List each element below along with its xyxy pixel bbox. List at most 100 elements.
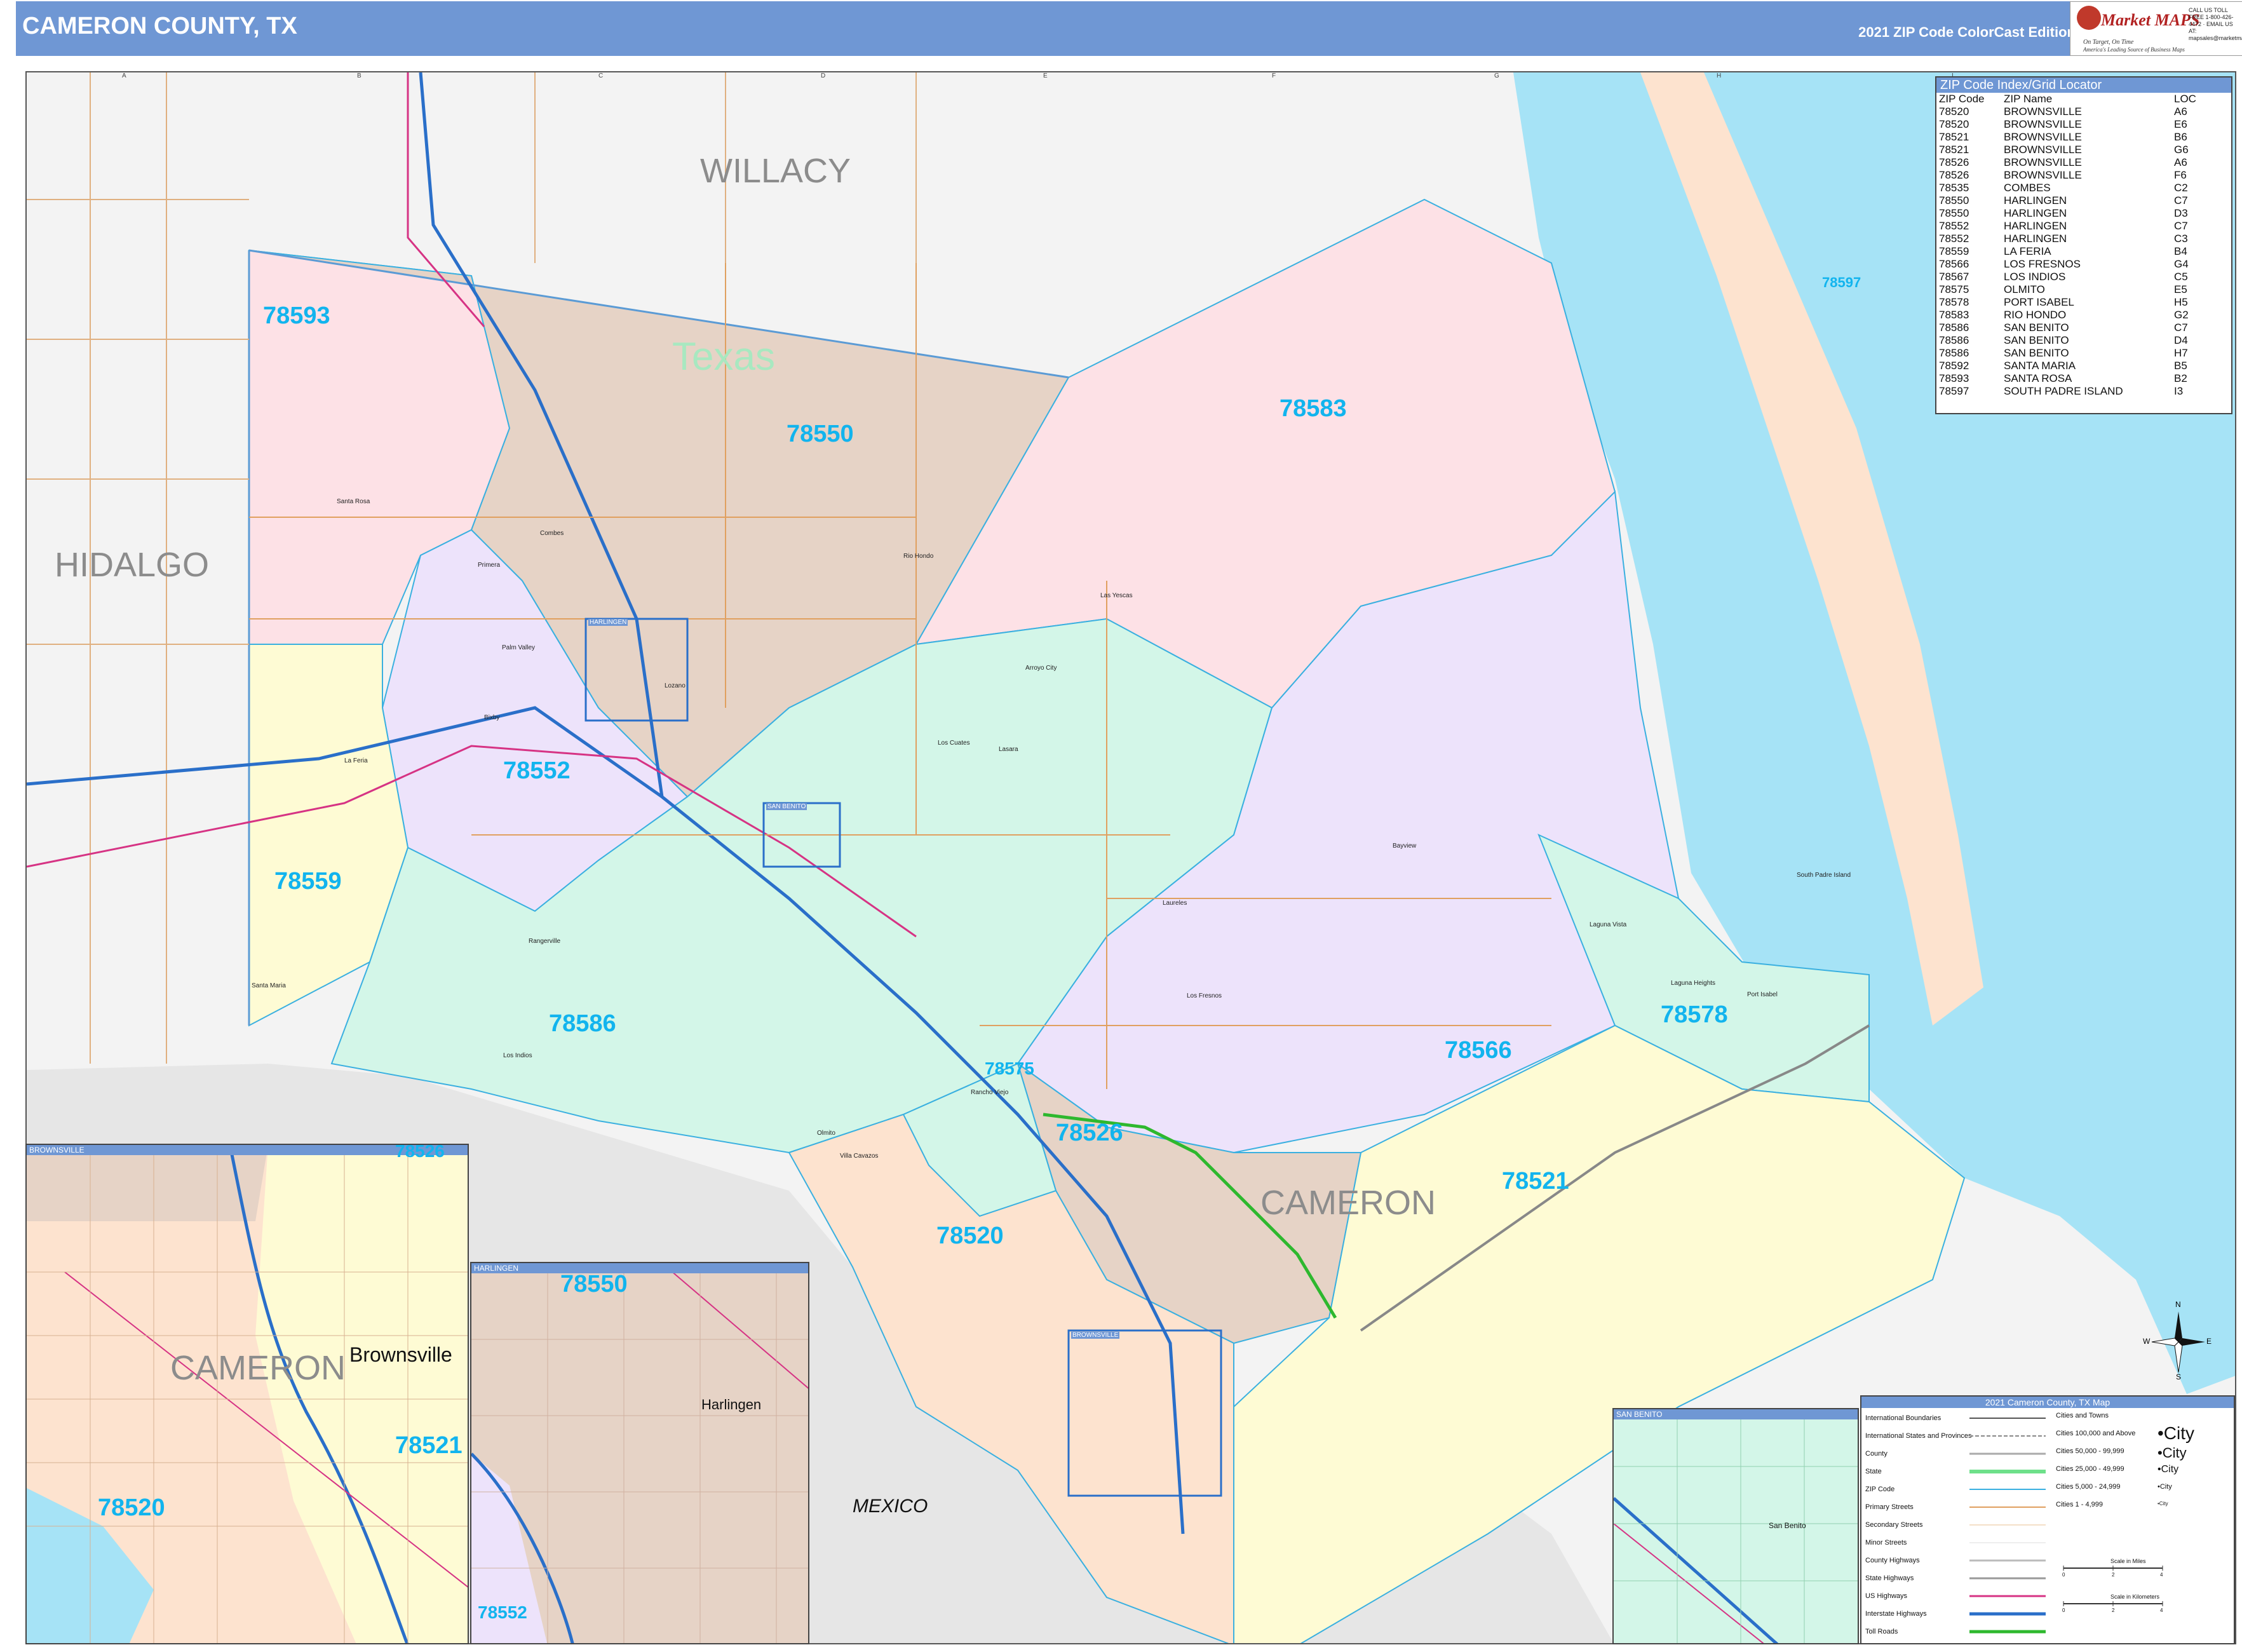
table-row: 78567 LOS INDIOS C5 (1939, 271, 2199, 283)
zip-cell: 78578 (1939, 296, 1969, 308)
name-cell: BROWNSVILLE (2004, 156, 2082, 168)
legend-item: Primary Streets (1865, 1503, 1914, 1511)
name-cell: HARLINGEN (2004, 220, 2067, 232)
zip-cell: 78567 (1939, 271, 1969, 283)
table-row: 78586 SAN BENITO H7 (1939, 347, 2199, 360)
town-label: Laguna Vista (1590, 921, 1627, 928)
loc-cell: I3 (2174, 385, 2184, 397)
map-legend: 2021 Cameron County, TX Map Internationa… (1860, 1395, 2235, 1644)
town-label: South Padre Island (1797, 872, 1851, 879)
zip-cell: 78520 (1939, 105, 1969, 118)
name-cell: COMBES (2004, 182, 2051, 194)
table-row: 78586 SAN BENITO C7 (1939, 322, 2199, 334)
edition-label: 2021 ZIP Code ColorCast Edition (1858, 24, 2076, 40)
legend-city-sample: •City (2158, 1483, 2172, 1491)
loc-cell: A6 (2174, 105, 2187, 118)
inset-harlingen[interactable]: HARLINGEN Harlingen 78550 78552 (470, 1262, 809, 1644)
zip-label-78593: 78593 (263, 302, 330, 329)
zip-cell: 78593 (1939, 372, 1969, 384)
zip-label-78521: 78521 (1502, 1168, 1569, 1195)
legend-cities-header: Cities and Towns (2056, 1412, 2109, 1419)
name-cell: SAN BENITO (2004, 322, 2069, 334)
name-cell: SOUTH PADRE ISLAND (2004, 385, 2123, 397)
name-cell: SAN BENITO (2004, 334, 2069, 346)
zip-label-78520: 78520 (936, 1222, 1004, 1249)
san-benito-box-label: SAN BENITO (766, 803, 807, 810)
svg-text:F: F (1272, 72, 1276, 79)
legend-city-size: Cities 1 - 4,999 (2056, 1501, 2103, 1508)
inset-city-label: San Benito (1769, 1521, 1806, 1530)
town-label: Rancho Viejo (971, 1089, 1009, 1096)
zip-cell: 78586 (1939, 347, 1969, 359)
legend-scale-miles: Scale in Miles (2110, 1558, 2146, 1564)
name-cell: LOS INDIOS (2004, 271, 2066, 283)
legend-city-size: Cities 25,000 - 49,999 (2056, 1465, 2124, 1473)
zip-cell: 78520 (1939, 118, 1969, 130)
name-cell: OLMITO (2004, 283, 2045, 295)
legend-city-size: Cities 100,000 and Above (2056, 1430, 2136, 1437)
town-label: Laguna Heights (1671, 980, 1716, 987)
legend-scale-tick: 2 (2112, 1572, 2115, 1578)
name-cell: LA FERIA (2004, 245, 2051, 257)
table-row: 78552 HARLINGEN C7 (1939, 220, 2199, 233)
legend-item: County Highways (1865, 1557, 1920, 1564)
table-row: 78559 LA FERIA B4 (1939, 245, 2199, 258)
town-label: Bixby (484, 714, 500, 721)
zip-cell: 78521 (1939, 144, 1969, 156)
zip-cell: 78559 (1939, 245, 1969, 257)
zip-cell: 78575 (1939, 283, 1969, 295)
table-row: 78566 LOS FRESNOS G4 (1939, 258, 2199, 271)
name-cell: BROWNSVILLE (2004, 169, 2082, 181)
legend-scale-tick: 0 (2062, 1572, 2065, 1578)
loc-cell: B5 (2174, 360, 2187, 372)
harlingen-box-label: HARLINGEN (588, 619, 628, 626)
legend-item: Toll Roads (1865, 1628, 1898, 1635)
loc-cell: D3 (2174, 207, 2188, 219)
loc-cell: B4 (2174, 245, 2187, 257)
table-row: 78535 COMBES C2 (1939, 182, 2199, 194)
title-bar: CAMERON COUNTY, TX 2021 ZIP Code ColorCa… (16, 1, 2241, 56)
legend-item: US Highways (1865, 1592, 1908, 1600)
legend-city-sample: •City (2158, 1464, 2179, 1475)
table-row: 78583 RIO HONDO G2 (1939, 309, 2199, 322)
zip-label-78552: 78552 (503, 757, 571, 784)
legend-city-sample: •City (2158, 1445, 2187, 1461)
inset-brownsville[interactable]: BROWNSVILLE CAMERON Brownsville 78526 78… (25, 1144, 469, 1644)
town-label: Rangerville (529, 938, 561, 945)
compass-w: W (2143, 1337, 2151, 1346)
name-cell: HARLINGEN (2004, 233, 2067, 245)
town-label: Olmito (817, 1130, 835, 1137)
inset-zip-label: 78526 (395, 1144, 445, 1161)
town-label: Los Cuates (938, 740, 970, 747)
logo-contact: CALL US TOLL FREE 1-800-426-4472 · EMAIL… (2189, 7, 2242, 41)
table-row: 78550 HARLINGEN D3 (1939, 207, 2199, 220)
table-row: 78520 BROWNSVILLE A6 (1939, 105, 2199, 118)
zip-cell: 78586 (1939, 322, 1969, 334)
zip-cell: 78526 (1939, 169, 1969, 181)
zip-cell: 78586 (1939, 334, 1969, 346)
town-label: Combes (540, 530, 564, 537)
zip-index-header: ZIP Name (2004, 93, 2053, 105)
zip-label-78550: 78550 (787, 421, 854, 447)
inset-san-benito-canvas (1614, 1409, 1858, 1643)
zip-index-title: ZIP Code Index/Grid Locator (1936, 78, 2231, 93)
name-cell: PORT ISABEL (2004, 296, 2074, 308)
compass-s: S (2176, 1372, 2182, 1381)
legend-item: ZIP Code (1865, 1486, 1895, 1493)
town-label: Laureles (1163, 900, 1187, 907)
name-cell: HARLINGEN (2004, 207, 2067, 219)
loc-cell: C5 (2174, 271, 2188, 283)
svg-text:B: B (357, 72, 361, 79)
legend-scale-tick: 2 (2112, 1608, 2115, 1613)
inset-san-benito[interactable]: SAN BENITO San Benito (1612, 1408, 1859, 1644)
zip-label-78575: 78575 (985, 1059, 1034, 1078)
loc-cell: D4 (2174, 334, 2188, 346)
town-label: Lozano (665, 682, 685, 689)
loc-cell: G2 (2174, 309, 2189, 321)
loc-cell: C7 (2174, 194, 2188, 207)
inset-city-label: Harlingen (701, 1397, 762, 1412)
state-label: Texas (672, 335, 775, 379)
town-label: Los Indios (503, 1052, 532, 1059)
loc-cell: B2 (2174, 372, 2187, 384)
svg-text:H: H (1717, 72, 1721, 79)
